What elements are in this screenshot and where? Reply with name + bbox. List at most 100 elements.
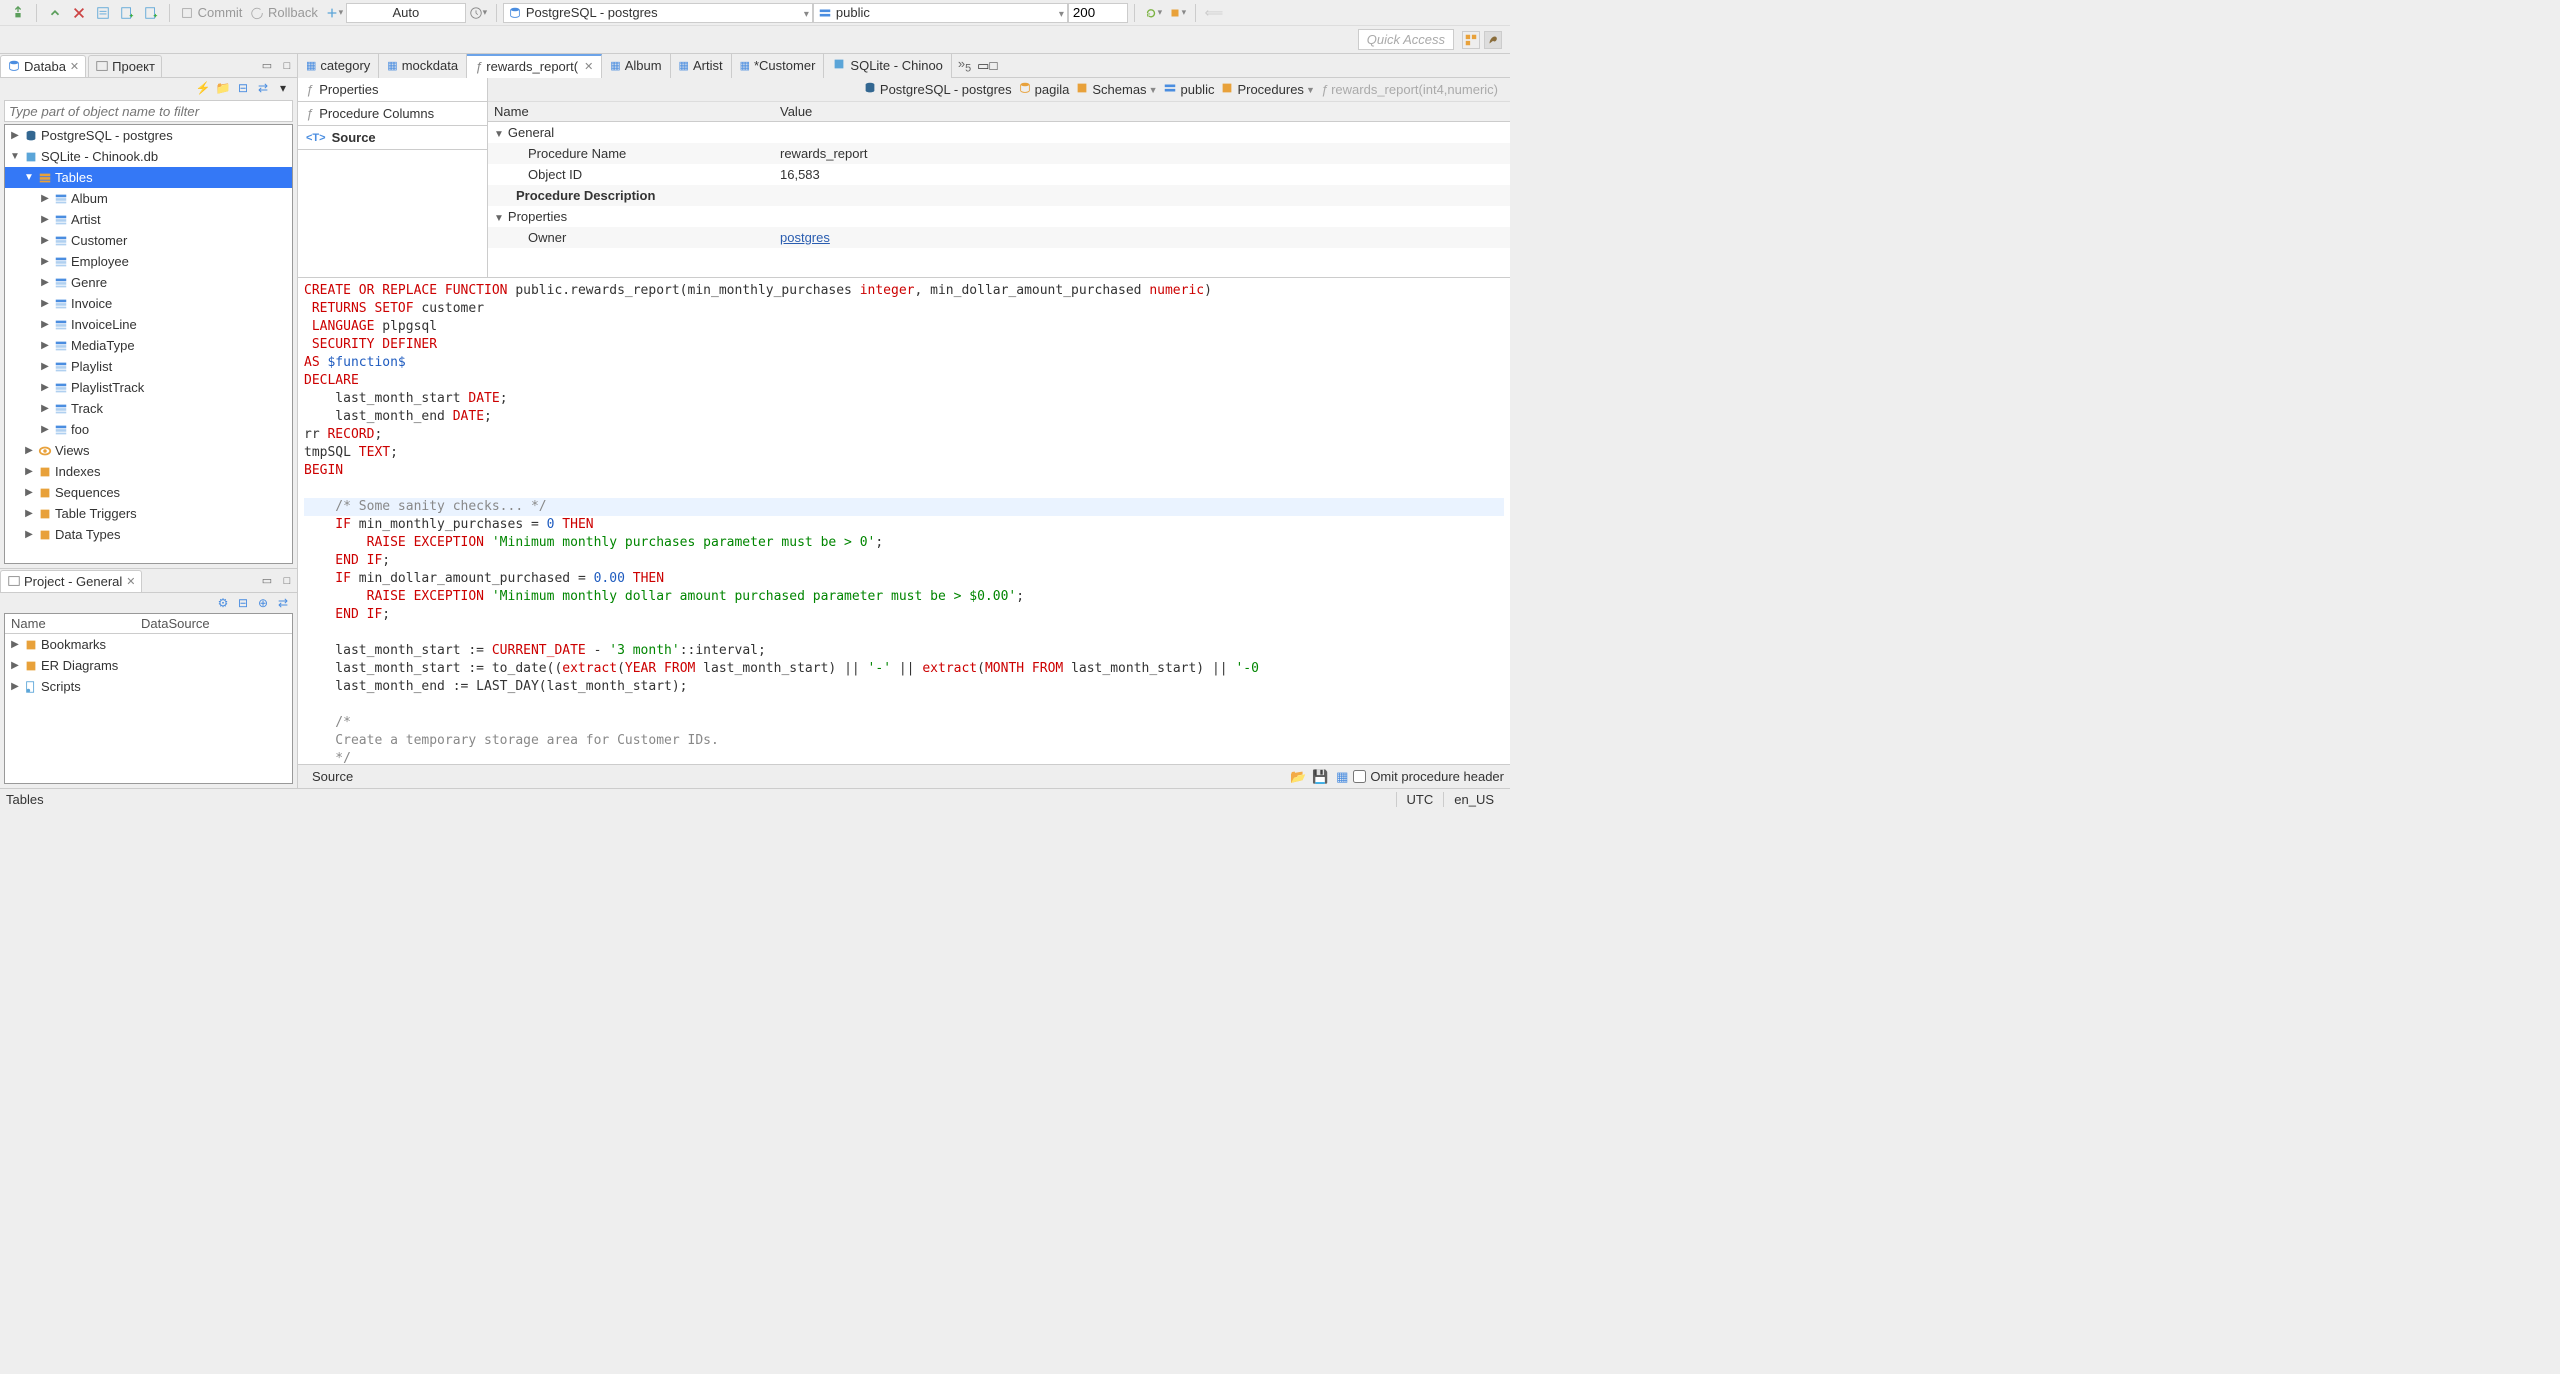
col-name-header[interactable]: Name [488,102,774,121]
limit-input[interactable] [1068,3,1128,23]
tab-artist[interactable]: ▦Artist [671,54,732,78]
maximize-icon[interactable]: □ [279,573,295,589]
prop-description[interactable]: Procedure Description [488,185,1510,206]
close-icon[interactable]: ✕ [584,60,593,73]
chevron-down-icon[interactable]: ▼ [1149,85,1158,95]
perspective-icon[interactable] [1462,31,1480,49]
more-tabs[interactable]: »5 [952,54,977,77]
tree-item-scripts[interactable]: ▶Scripts [5,676,292,697]
vtab-source[interactable]: <T>Source [298,125,487,150]
sql-editor-icon[interactable] [93,3,113,23]
bc-schemas[interactable]: Schemas▼ [1075,81,1157,98]
tree-item-invoiceline[interactable]: ▶InvoiceLine [5,314,292,335]
vtab-properties[interactable]: ƒProperties [298,78,487,102]
tree-item-er-diagrams[interactable]: ▶ER Diagrams [5,655,292,676]
prop-group-properties[interactable]: ▼Properties [488,206,1510,227]
tree-item-triggers[interactable]: ▶Table Triggers [5,503,292,524]
tree-item-views[interactable]: ▶Views [5,440,292,461]
tree-item-playlist[interactable]: ▶Playlist [5,356,292,377]
source-editor[interactable]: CREATE OR REPLACE FUNCTION public.reward… [298,278,1510,764]
bc-procedures[interactable]: Procedures▼ [1220,81,1314,98]
dbeaver-perspective-icon[interactable] [1484,31,1502,49]
commit-button[interactable]: Commit [180,5,242,20]
tree-item-postgresql[interactable]: ▶PostgreSQL - postgres [5,125,292,146]
tree-filter-input[interactable] [4,100,293,122]
projects-tab[interactable]: Проект [88,55,162,77]
nav-back-icon[interactable]: ⟸ [1204,3,1224,23]
owner-link[interactable]: postgres [780,230,830,245]
prop-owner[interactable]: Ownerpostgres [488,227,1510,248]
tree-item-bookmarks[interactable]: ▶Bookmarks [5,634,292,655]
maximize-icon[interactable]: □ [989,58,997,73]
close-icon[interactable]: ✕ [70,60,79,73]
tab-sqlite[interactable]: SQLite - Chinoo [824,54,952,78]
bc-connection[interactable]: PostgreSQL - postgres [863,81,1012,98]
bc-database[interactable]: pagila [1018,81,1070,98]
open-folder-icon[interactable]: 📂 [1289,768,1307,786]
new-folder-icon[interactable]: 📁 [215,80,231,96]
tree-item-album[interactable]: ▶Album [5,188,292,209]
project-tree[interactable]: Name DataSource ▶Bookmarks ▶ER Diagrams … [4,613,293,784]
bc-public[interactable]: public [1163,81,1214,98]
collapse-icon[interactable]: ⊟ [235,595,251,611]
tree-item-invoice[interactable]: ▶Invoice [5,293,292,314]
prop-procedure-name[interactable]: Procedure Namerewards_report [488,143,1510,164]
tree-item-artist[interactable]: ▶Artist [5,209,292,230]
new-connection-icon[interactable] [8,3,28,23]
vtab-procedure-columns[interactable]: ƒProcedure Columns [298,102,487,125]
close-icon[interactable]: ✕ [126,575,135,588]
minimize-icon[interactable]: ▭ [259,573,275,589]
tree-item-customer[interactable]: ▶Customer [5,230,292,251]
tree-item-foo[interactable]: ▶foo [5,419,292,440]
status-timezone[interactable]: UTC [1396,792,1444,807]
tree-item-genre[interactable]: ▶Genre [5,272,292,293]
col-name-header[interactable]: Name [5,614,135,633]
col-datasource-header[interactable]: DataSource [135,614,216,633]
rollback-button[interactable]: Rollback [250,5,317,20]
grid-icon[interactable]: ▦ [1333,768,1351,786]
prop-object-id[interactable]: Object ID16,583 [488,164,1510,185]
connect-icon[interactable] [45,3,65,23]
col-value-header[interactable]: Value [774,102,818,121]
link-icon[interactable]: ⊕ [255,595,271,611]
source-tab[interactable]: Source [304,767,361,786]
tree-item-tables[interactable]: ▼Tables [5,167,292,188]
tree-item-mediatype[interactable]: ▶MediaType [5,335,292,356]
tab-category[interactable]: ▦category [298,54,379,78]
tree-item-indexes[interactable]: ▶Indexes [5,461,292,482]
txn-mode-icon[interactable]: ▾ [324,3,344,23]
tree-item-employee[interactable]: ▶Employee [5,251,292,272]
disconnect-icon[interactable] [69,3,89,23]
new-sql2-icon[interactable] [141,3,161,23]
quick-access-input[interactable]: Quick Access [1358,29,1454,50]
maximize-icon[interactable]: □ [279,58,295,74]
connection-dropdown[interactable]: PostgreSQL - postgres▾ [503,3,813,23]
save-icon[interactable]: 💾 [1311,768,1329,786]
new-sql-icon[interactable] [117,3,137,23]
settings-icon[interactable]: ⚙ [215,595,231,611]
chevron-down-icon[interactable]: ▼ [1306,85,1315,95]
txn-mode-dropdown[interactable]: Auto [346,3,466,23]
minimize-icon[interactable]: ▭ [259,58,275,74]
tab-mockdata[interactable]: ▦mockdata [379,54,467,78]
bc-procedure[interactable]: ƒrewards_report(int4,numeric) [1321,82,1498,97]
status-locale[interactable]: en_US [1443,792,1504,807]
schema-dropdown[interactable]: public▾ [813,3,1068,23]
database-navigator-tab[interactable]: Databa✕ [0,55,86,77]
refresh-icon[interactable]: ▾ [1143,3,1163,23]
tree-item-track[interactable]: ▶Track [5,398,292,419]
tab-rewards-report[interactable]: ƒrewards_report(✕ [467,54,602,78]
link2-icon[interactable]: ⇄ [275,595,291,611]
link-icon[interactable]: ⇄ [255,80,271,96]
tab-customer[interactable]: ▦*Customer [732,54,825,78]
collapse-icon[interactable]: ⊟ [235,80,251,96]
minimize-icon[interactable]: ▭ [977,58,989,74]
tree-item-sqlite[interactable]: ▼SQLite - Chinook.db [5,146,292,167]
stop-icon[interactable]: ▾ [1167,3,1187,23]
tree-item-datatypes[interactable]: ▶Data Types [5,524,292,545]
history-icon[interactable]: ▾ [468,3,488,23]
menu-icon[interactable]: ▾ [275,80,291,96]
tab-album[interactable]: ▦Album [602,54,670,78]
tree-item-sequences[interactable]: ▶Sequences [5,482,292,503]
connect-icon[interactable]: ⚡ [195,80,211,96]
